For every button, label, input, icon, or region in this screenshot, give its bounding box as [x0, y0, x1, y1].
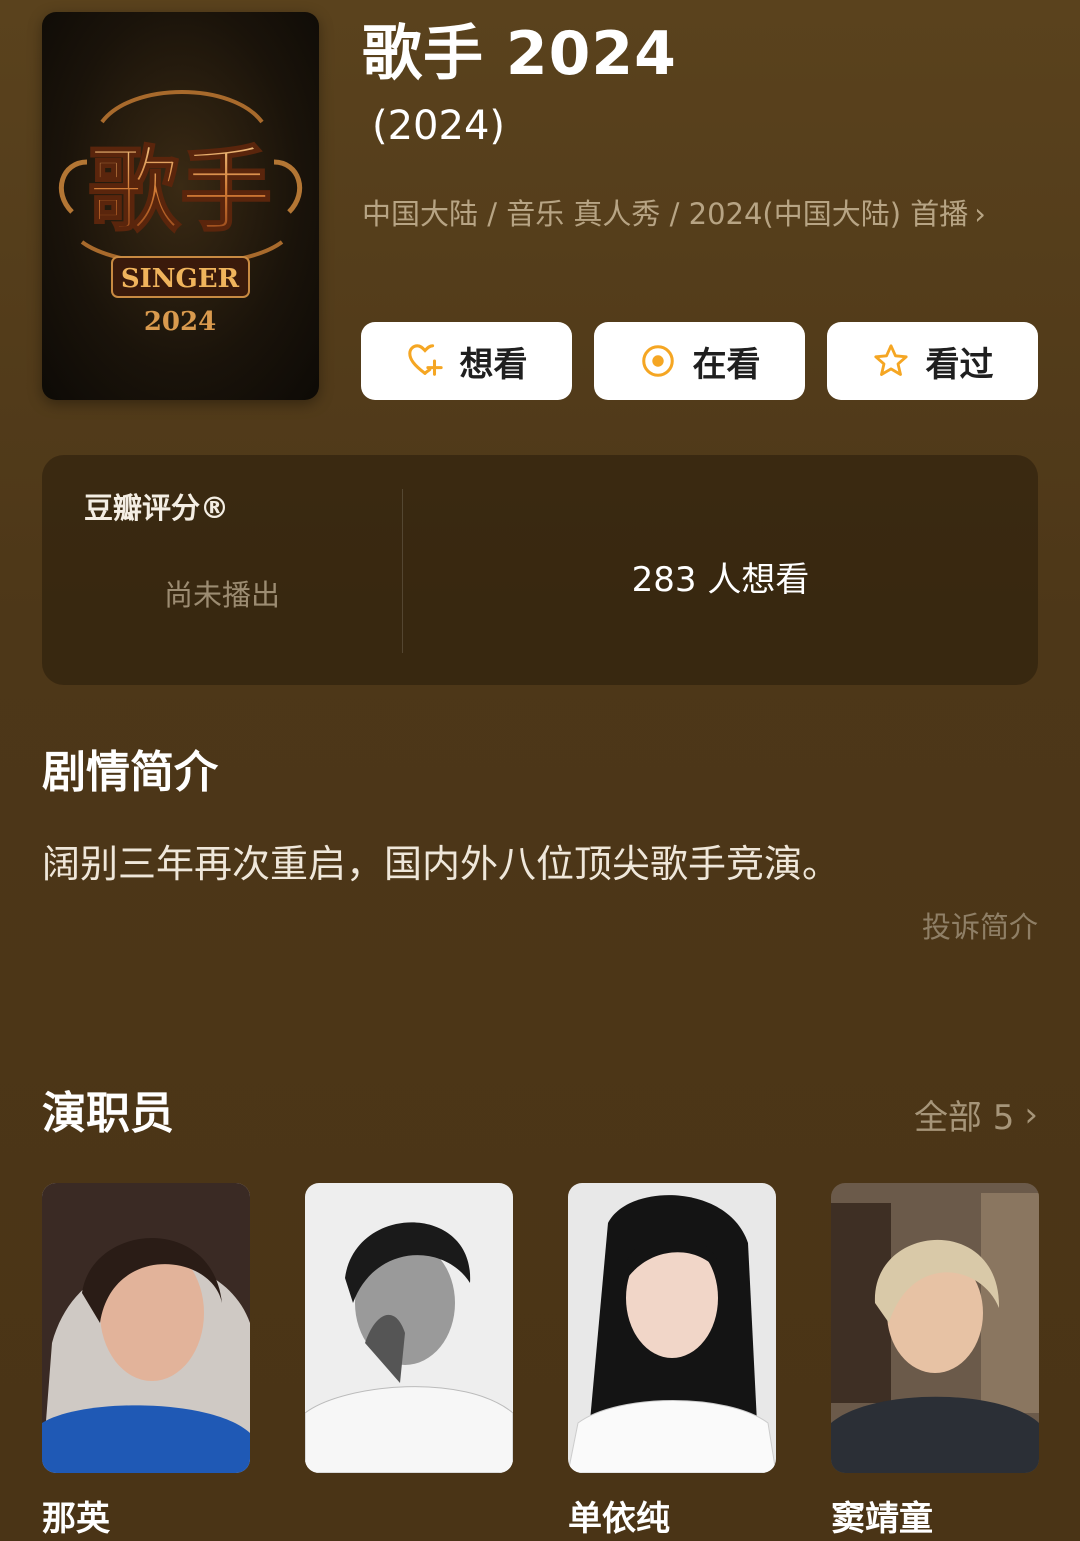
cast-section-title: 演职员 [42, 1088, 174, 1139]
want-to-watch-label: 想看 [459, 344, 528, 385]
target-circle-icon [641, 345, 674, 377]
star-icon [873, 344, 908, 376]
report-synopsis-link[interactable]: 投诉简介 [922, 904, 1038, 946]
svg-text:2024: 2024 [144, 307, 216, 337]
cast-name: 单依纯 [568, 1499, 670, 1539]
watching-label: 在看 [692, 344, 761, 385]
want-count: 283 人想看 [631, 560, 810, 600]
page-title: 歌手 2024 [362, 19, 677, 89]
watching-button[interactable]: 在看 [594, 322, 805, 400]
want-to-watch-button[interactable]: 想看 [361, 322, 572, 400]
cast-member-card[interactable]: 那英 [42, 1183, 250, 1540]
release-year: (2024) [372, 103, 506, 149]
cast-photo [305, 1183, 513, 1473]
cast-photo [831, 1183, 1039, 1473]
cast-all-label: 全部 5 [913, 1098, 1015, 1138]
rating-card[interactable]: 豆瓣评分® 尚未播出 283 人想看 [42, 455, 1038, 685]
cast-photo [568, 1183, 776, 1473]
synopsis-text: 阔别三年再次重启，国内外八位顶尖歌手竞演。 [42, 842, 841, 886]
svg-text:SINGER: SINGER [121, 264, 240, 294]
watched-label: 看过 [925, 344, 994, 385]
heart-plus-icon [407, 344, 443, 376]
poster-logo: 歌手 SINGER 2024 [58, 90, 303, 337]
chevron-right-icon: › [1024, 1094, 1038, 1135]
chevron-right-icon: › [974, 197, 986, 231]
watched-button[interactable]: 看过 [827, 322, 1038, 400]
synopsis-title: 剧情简介 [42, 747, 218, 798]
douban-rating-label: 豆瓣评分® [84, 491, 230, 525]
cast-name: 那英 [42, 1499, 110, 1539]
cast-member-card[interactable]: 单依纯 [568, 1183, 776, 1540]
cast-photo [42, 1183, 250, 1473]
cast-member-card[interactable]: 窦靖童 [831, 1183, 1039, 1540]
show-poster[interactable]: 歌手 SINGER 2024 [42, 12, 319, 400]
svg-text:歌手: 歌手 [88, 136, 272, 244]
cast-member-card[interactable] [305, 1183, 513, 1491]
show-meta-link[interactable]: 中国大陆 / 音乐 真人秀 / 2024(中国大陆) 首播 › [362, 194, 986, 234]
cast-name: 窦靖童 [831, 1499, 933, 1539]
show-meta-text: 中国大陆 / 音乐 真人秀 / 2024(中国大陆) 首播 [362, 197, 969, 231]
rating-status: 尚未播出 [163, 578, 280, 612]
cast-view-all-link[interactable]: 全部 5 › [914, 1090, 1038, 1139]
